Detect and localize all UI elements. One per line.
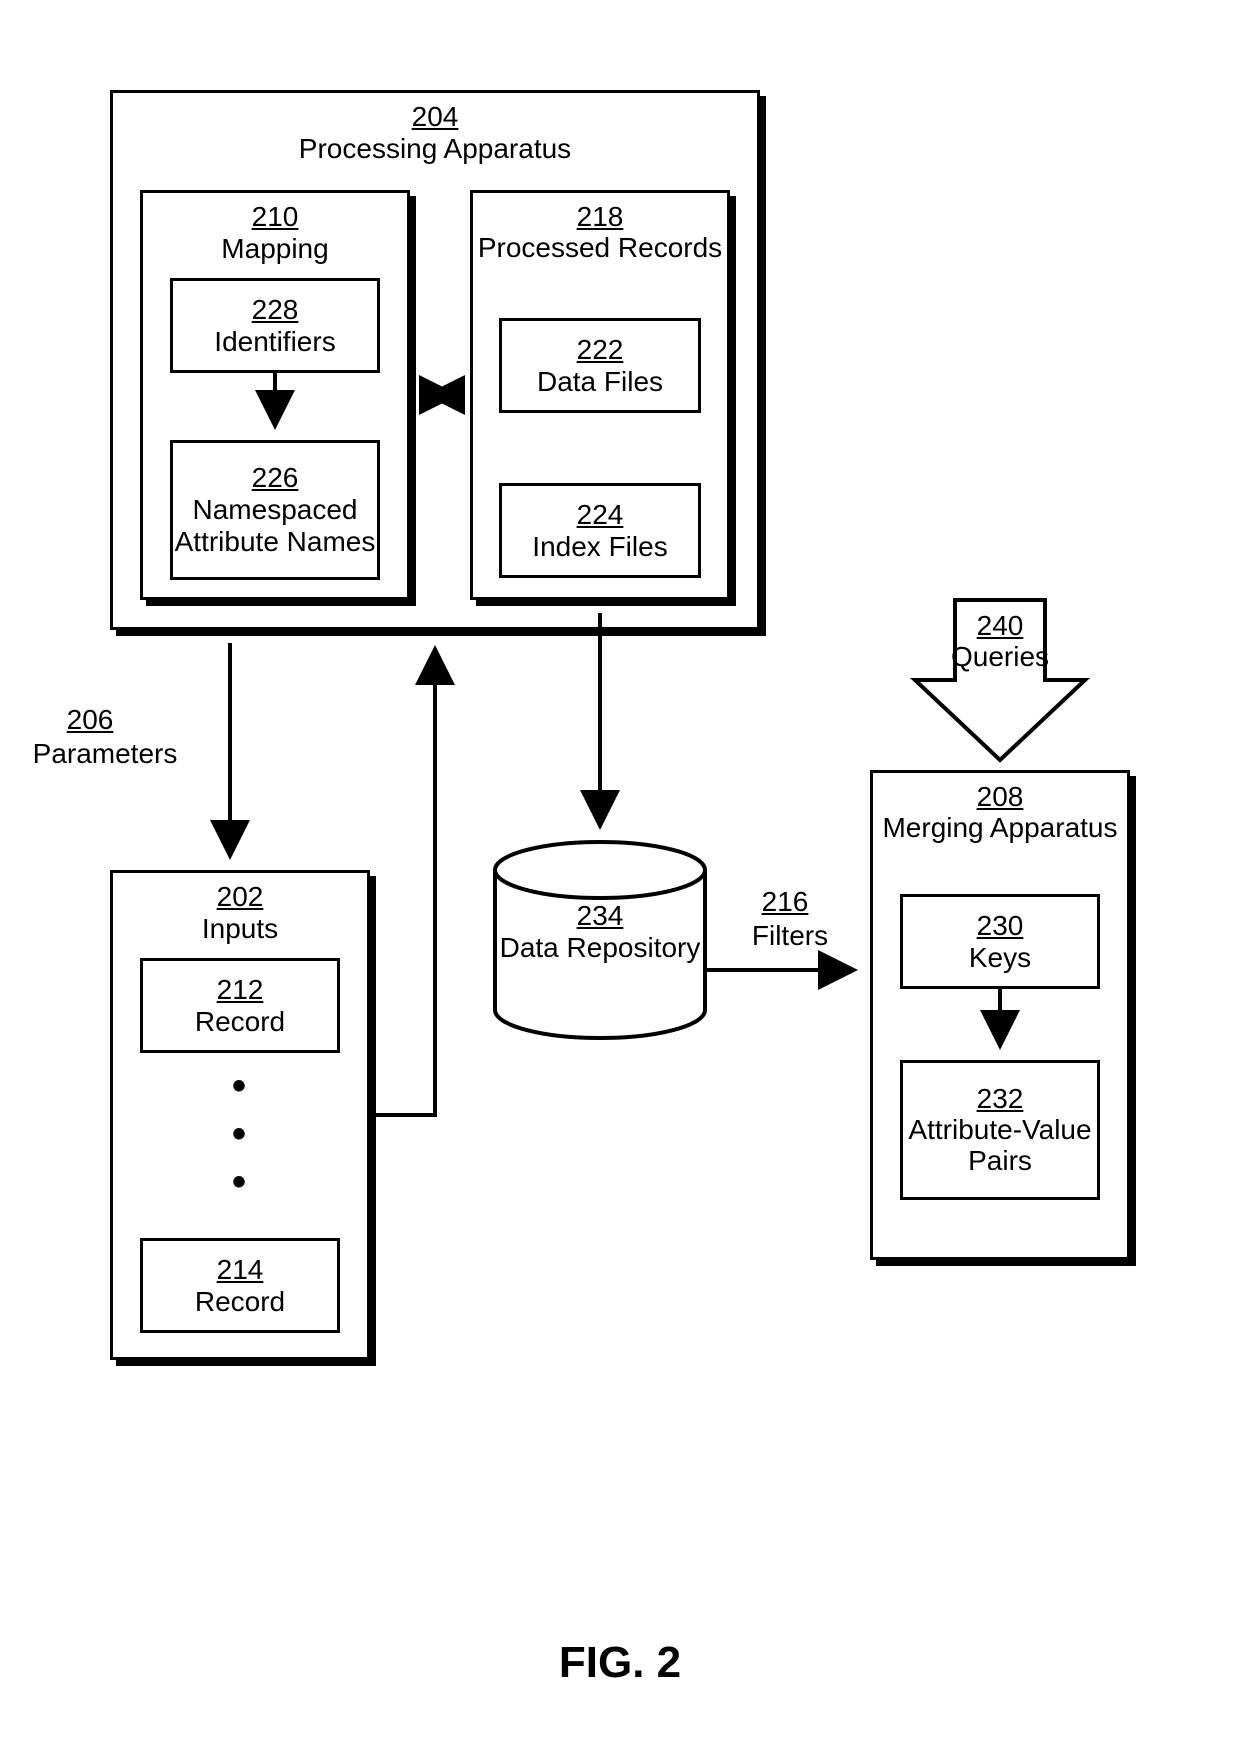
ellipsis-dots: ••• — [232, 1062, 246, 1206]
queries-text: 240 Queries — [930, 611, 1070, 673]
record2-num: 214 — [217, 1254, 264, 1286]
mapping-num: 210 — [252, 201, 299, 232]
record2-label: Record — [195, 1286, 285, 1318]
identifiers-num: 228 — [252, 294, 299, 326]
identifiers-box: 228 Identifiers — [170, 278, 380, 373]
processing-label: Processing Apparatus — [299, 133, 571, 164]
index-files-box: 224 Index Files — [499, 483, 701, 578]
keys-num: 230 — [977, 910, 1024, 942]
merging-num: 208 — [977, 781, 1024, 812]
namespaced-box: 226 Namespaced Attribute Names — [170, 440, 380, 580]
filters-label: Filters — [740, 920, 840, 952]
processed-label: Processed Records — [478, 233, 722, 264]
mapping-label: Mapping — [221, 233, 328, 264]
filters-num-label: 216 — [750, 886, 820, 918]
repo-text: 234 Data Repository — [495, 900, 705, 964]
data-files-box: 222 Data Files — [499, 318, 701, 413]
keys-label: Keys — [969, 942, 1031, 974]
record1-num: 212 — [217, 974, 264, 1006]
pairs-box: 232 Attribute-Value Pairs — [900, 1060, 1100, 1200]
inputs-label: Inputs — [202, 913, 278, 944]
identifiers-label: Identifiers — [214, 326, 335, 358]
datafiles-num: 222 — [577, 334, 624, 366]
merging-label: Merging Apparatus — [882, 813, 1117, 844]
processing-num: 204 — [412, 101, 459, 132]
inputs-num: 202 — [217, 881, 264, 912]
processed-num: 218 — [577, 201, 624, 232]
record-1-box: 212 Record — [140, 958, 340, 1053]
namespaced-label: Namespaced Attribute Names — [173, 494, 377, 558]
indexfiles-num: 224 — [577, 499, 624, 531]
namespaced-num: 226 — [252, 462, 299, 494]
record1-label: Record — [195, 1006, 285, 1038]
pairs-num: 232 — [977, 1083, 1024, 1115]
keys-box: 230 Keys — [900, 894, 1100, 989]
pairs-label: Attribute-Value Pairs — [903, 1115, 1097, 1177]
parameters-label: Parameters — [25, 738, 185, 770]
indexfiles-label: Index Files — [532, 531, 667, 563]
figure-caption: FIG. 2 — [0, 1638, 1240, 1688]
parameters-num-label: 206 — [50, 704, 130, 736]
record-2-box: 214 Record — [140, 1238, 340, 1333]
datafiles-label: Data Files — [537, 366, 663, 398]
